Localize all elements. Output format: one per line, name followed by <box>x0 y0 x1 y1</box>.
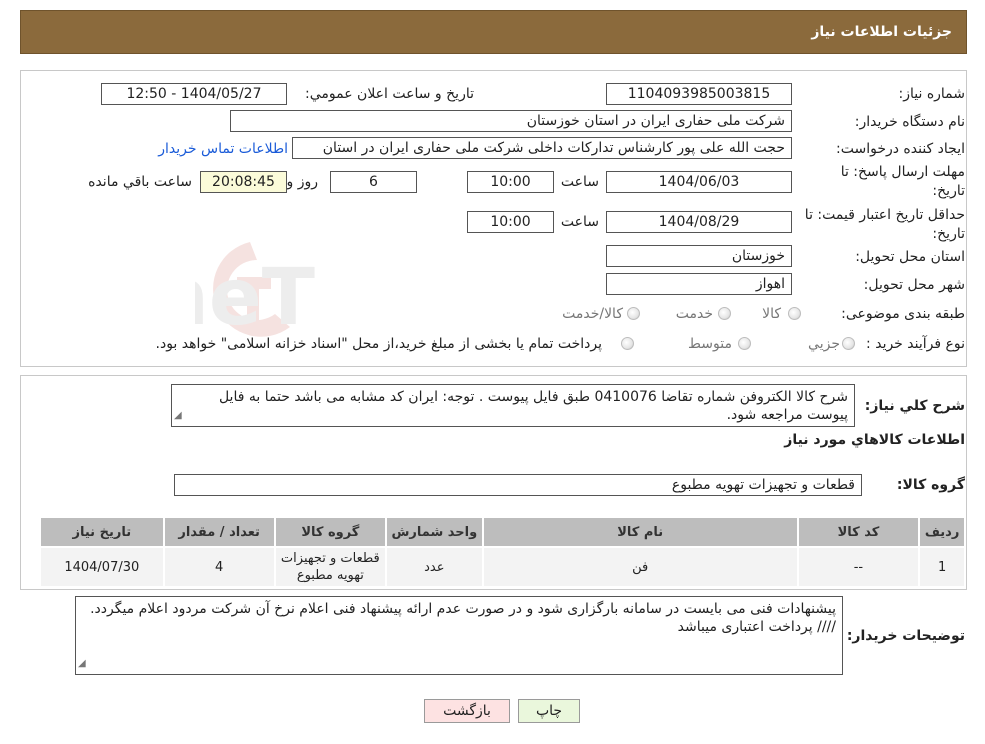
print-button[interactable]: چاپ <box>518 699 580 723</box>
delivery-province-field: خوزستان <box>606 245 792 267</box>
buyer-org-label: نام دستگاه خريدار: <box>854 114 965 130</box>
goods-group-field: قطعات و تجهیزات تهویه مطبوع <box>174 474 862 496</box>
purchase-type-note: پرداخت تمام يا بخشی از مبلغ خريد،از محل … <box>155 336 602 352</box>
col-item-name: نام کالا <box>481 516 799 548</box>
cell-row-number: 1 <box>918 546 966 588</box>
buyer-notes-textarea[interactable]: پیشنهادات فنی می بایست در سامانه بارگزار… <box>75 596 843 675</box>
buyer-notes-label: توضيحات خريدار: <box>846 628 965 644</box>
announce-datetime-field: 1404/05/27 - 12:50 <box>101 83 287 105</box>
price-validity-time-label: ساعت <box>560 214 599 230</box>
purchase-type-radio-medium[interactable] <box>738 337 751 350</box>
deadline-label-line1: مهلت ارسال پاسخ: تا <box>840 164 965 180</box>
col-quantity: تعداد / مقدار <box>162 516 276 548</box>
days-label: روز و <box>286 174 319 190</box>
cell-quantity: 4 <box>162 546 276 588</box>
col-need-date: تاريخ نياز <box>39 516 165 548</box>
cell-unit: عدد <box>384 546 484 588</box>
deadline-time-field: 10:00 <box>467 171 554 193</box>
category-radio-goods-service-label: كالا/خدمت <box>562 306 623 322</box>
cell-item-group: قطعات و تجهیزات تهویه مطبوع <box>273 546 387 588</box>
table-row: 1 -- فن عدد قطعات و تجهیزات تهویه مطبوع … <box>39 546 966 588</box>
page-header: جزئیات اطلاعات نیاز <box>20 10 967 54</box>
cell-item-name: فن <box>481 546 799 588</box>
col-item-group: گروه کالا <box>273 516 387 548</box>
purchase-type-radio-minor[interactable] <box>842 337 855 350</box>
deadline-date-field: 1404/06/03 <box>606 171 792 193</box>
remaining-time-label: ساعت باقي مانده <box>88 174 192 190</box>
category-radio-goods-label: كالا <box>762 306 781 322</box>
deadline-label-line2: تاريخ: <box>932 183 965 199</box>
deadline-time-label: ساعت <box>560 174 599 190</box>
goods-table: رديف کد کالا نام کالا واحد شمارش گروه کا… <box>39 516 966 588</box>
delivery-city-label: شهر محل تحويل: <box>863 277 965 293</box>
goods-group-label: گروه کالا: <box>896 477 965 493</box>
need-number-label: شماره نیاز: <box>898 86 966 102</box>
description-textarea[interactable]: شرح کالا الکتروفن شماره تقاضا 0410076 طب… <box>171 384 855 427</box>
buyer-notes-text: پیشنهادات فنی می بایست در سامانه بارگزار… <box>90 601 836 635</box>
buyer-org-field: شرکت ملی حفاری ایران در استان خوزستان <box>230 110 792 132</box>
cell-need-date: 1404/07/30 <box>39 546 165 588</box>
delivery-city-field: اهواز <box>606 273 792 295</box>
goods-table-header-row: رديف کد کالا نام کالا واحد شمارش گروه کا… <box>39 516 966 548</box>
page-title: جزئیات اطلاعات نیاز <box>811 24 952 40</box>
category-radio-service-label: خدمت <box>675 306 713 322</box>
resize-handle-icon[interactable]: ◢ <box>78 655 86 673</box>
price-validity-date-field: 1404/08/29 <box>606 211 792 233</box>
purchase-type-radio-minor-label: جزيي <box>808 336 840 352</box>
category-label: طبقه بندی موضوعی: <box>841 306 965 322</box>
buyer-contact-link[interactable]: اطلاعات تماس خريدار <box>158 141 288 157</box>
description-text: شرح کالا الکتروفن شماره تقاضا 0410076 طب… <box>218 389 848 423</box>
need-number-field: 1104093985003815 <box>606 83 792 105</box>
price-validity-time-field: 10:00 <box>467 211 554 233</box>
category-radio-goods-service[interactable] <box>627 307 640 320</box>
col-item-code: کد کالا <box>796 516 921 548</box>
col-unit: واحد شمارش <box>384 516 484 548</box>
resize-handle-icon[interactable]: ◢ <box>174 407 182 425</box>
col-row-number: رديف <box>918 516 966 548</box>
purchase-type-radio-medium-label: متوسط <box>688 336 732 352</box>
requester-field: حجت الله علی پور کارشناس تدارکات داخلی ش… <box>292 137 792 159</box>
category-radio-service[interactable] <box>718 307 731 320</box>
category-radio-goods[interactable] <box>788 307 801 320</box>
remaining-time-field: 20:08:45 <box>200 171 287 193</box>
cell-item-code: -- <box>796 546 921 588</box>
back-button[interactable]: بازگشت <box>424 699 510 723</box>
purchase-type-label: نوع فرآيند خريد : <box>866 336 965 352</box>
delivery-province-label: استان محل تحويل: <box>855 249 965 265</box>
goods-section-title: اطلاعات کالاهاي مورد نياز <box>784 432 965 448</box>
price-validity-label-line2: تاريخ: <box>932 226 965 242</box>
announce-datetime-label: تاریخ و ساعت اعلان عمومي: <box>305 86 474 102</box>
purchase-type-radio-treasury[interactable] <box>621 337 634 350</box>
requester-label: ايجاد کننده درخواست: <box>836 141 965 157</box>
description-label: شرح کلي نياز: <box>864 398 965 414</box>
price-validity-label-line1: حداقل تاريخ اعتبار قيمت: تا <box>804 207 965 223</box>
days-remaining-field: 6 <box>330 171 417 193</box>
